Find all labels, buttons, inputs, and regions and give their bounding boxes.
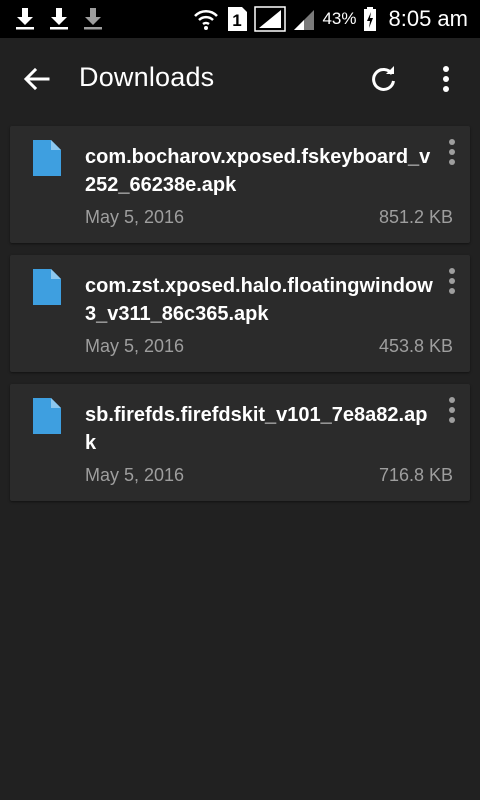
file-date: May 5, 2016 (85, 336, 185, 356)
file-name: sb.firefds.firefdskit_v101_7e8a82.apk (85, 404, 428, 454)
notification-icons (14, 6, 104, 30)
file-size: 453.8 KB (378, 336, 453, 356)
status-bar: 1 43% 8:05 am (0, 0, 480, 38)
refresh-icon (372, 66, 395, 91)
system-icons: 1 43% 8:05 am (192, 4, 468, 34)
battery-charging-icon (363, 7, 376, 31)
download-icon (16, 8, 34, 30)
file-size: 851.2 KB (378, 207, 453, 227)
svg-text:1: 1 (233, 11, 242, 30)
more-options-button[interactable] (426, 59, 466, 99)
downloads-list: com.bocharov.xposed.fskeyboard_v252_6623… (10, 126, 470, 513)
file-icon (33, 269, 61, 305)
more-vert-icon (449, 397, 455, 423)
signal-strength-icon (254, 6, 287, 32)
sim-slot-icon: 1 (228, 7, 248, 31)
list-item[interactable]: com.zst.xposed.halo.floatingwindow3_v311… (10, 255, 470, 372)
clock: 8:05 am (388, 6, 469, 31)
list-item[interactable]: com.bocharov.xposed.fskeyboard_v252_6623… (10, 126, 470, 243)
file-icon (33, 398, 61, 434)
signal-strength-icon-2 (294, 10, 315, 30)
download-icon (84, 8, 102, 30)
refresh-button[interactable] (364, 59, 404, 99)
file-name: com.zst.xposed.halo.floatingwindow3_v311… (85, 275, 433, 325)
file-date: May 5, 2016 (85, 465, 185, 485)
back-button[interactable] (16, 59, 56, 99)
download-icon (50, 8, 68, 30)
file-name: com.bocharov.xposed.fskeyboard_v252_6623… (85, 146, 431, 196)
app-bar: Downloads (0, 38, 480, 120)
file-size: 716.8 KB (378, 465, 453, 485)
file-icon (33, 140, 61, 176)
wifi-hotspot-icon (194, 9, 219, 30)
back-arrow-icon (23, 67, 50, 91)
more-vert-icon (443, 66, 449, 92)
more-vert-icon (449, 139, 455, 165)
list-item[interactable]: sb.firefds.firefdskit_v101_7e8a82.apk Ma… (10, 384, 470, 501)
item-menu-button[interactable] (440, 265, 464, 297)
item-menu-button[interactable] (440, 136, 464, 168)
page-title: Downloads (79, 62, 215, 92)
item-menu-button[interactable] (440, 394, 464, 426)
more-vert-icon (449, 268, 455, 294)
battery-percent: 43% (322, 9, 357, 28)
file-date: May 5, 2016 (85, 207, 185, 227)
